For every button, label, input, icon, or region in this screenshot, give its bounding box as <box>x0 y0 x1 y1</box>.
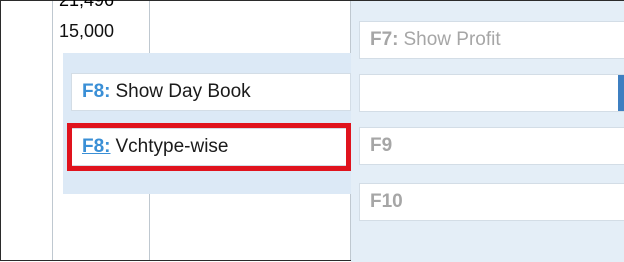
show-day-book-button[interactable]: F8: Show Day Book <box>71 73 351 111</box>
button-key: F7: <box>370 29 399 50</box>
f9-button[interactable]: F9 ‹ <box>359 127 624 165</box>
blank-button[interactable]: › <box>359 74 624 112</box>
button-label: Show Profit <box>403 29 501 50</box>
column-divider <box>52 1 53 260</box>
ledger-cutoff-value: 21,496 <box>59 0 115 10</box>
button-panel: F7: Show Profit ‹ › F9 ‹ F10 ‹ <box>351 1 624 262</box>
ledger-amount: 15,000 <box>59 21 115 41</box>
button-key: F9 <box>370 135 393 156</box>
show-profit-button[interactable]: F7: Show Profit ‹ <box>359 21 624 59</box>
chevron-left-icon: ‹ <box>618 22 624 58</box>
f10-button[interactable]: F10 ‹ <box>359 183 624 221</box>
highlight-box <box>67 123 351 171</box>
button-key: F10 <box>370 191 403 212</box>
button-key: F8: <box>82 81 111 102</box>
chevron-right-icon[interactable]: › <box>618 75 624 111</box>
chevron-left-icon: ‹ <box>618 184 624 220</box>
chevron-left-icon: ‹ <box>618 128 624 164</box>
button-label: Show Day Book <box>115 81 251 102</box>
